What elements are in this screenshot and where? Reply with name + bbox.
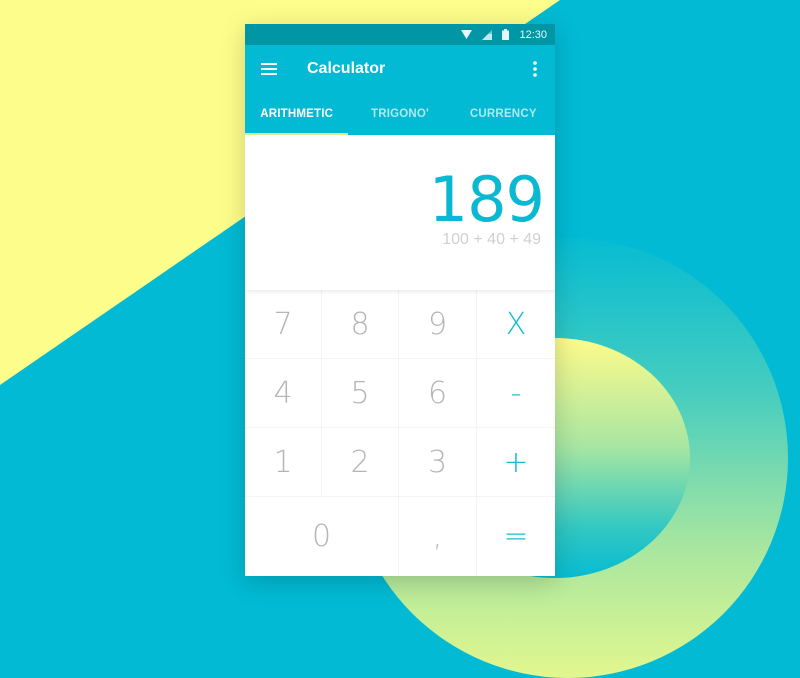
- app-title: Calculator: [307, 60, 386, 77]
- key-multiply[interactable]: X: [477, 290, 555, 359]
- key-8[interactable]: 8: [322, 290, 399, 359]
- app-bar: Calculator: [245, 45, 555, 93]
- tab-arithmetic[interactable]: ARITHMETIC: [245, 93, 348, 135]
- key-2[interactable]: 2: [322, 428, 399, 497]
- more-vert-icon: [533, 61, 537, 77]
- key-7[interactable]: 7: [245, 290, 322, 359]
- key-0[interactable]: 0: [245, 497, 399, 576]
- key-1[interactable]: 1: [245, 428, 322, 497]
- status-bar: 12:30: [245, 24, 555, 45]
- battery-icon: [502, 29, 510, 40]
- key-decimal[interactable]: ,: [399, 497, 477, 576]
- expression-text: 100 + 40 + 49: [442, 231, 541, 248]
- key-3[interactable]: 3: [399, 428, 477, 497]
- status-time: 12:30: [519, 28, 547, 41]
- calculator-display: 189 100 + 40 + 49: [245, 135, 555, 290]
- key-5[interactable]: 5: [322, 359, 399, 428]
- tab-bar: ARITHMETIC TRIGONO' CURRENCY: [245, 93, 555, 135]
- wifi-icon: [461, 30, 473, 39]
- key-add[interactable]: +: [477, 428, 555, 497]
- key-6[interactable]: 6: [399, 359, 477, 428]
- key-subtract[interactable]: -: [477, 359, 555, 428]
- key-9[interactable]: 9: [399, 290, 477, 359]
- key-4[interactable]: 4: [245, 359, 322, 428]
- hamburger-menu-icon: [261, 63, 277, 75]
- keypad: 7 8 9 X 4 5 6 - 1 2 3 + 0 , =: [245, 290, 555, 576]
- menu-button[interactable]: [245, 45, 293, 93]
- tab-trigonometry[interactable]: TRIGONO': [348, 93, 451, 135]
- phone-screen: 12:30 Calculator ARITHMETIC TRIGONO' CUR…: [245, 24, 555, 576]
- result-value: 189: [428, 163, 545, 236]
- key-equals[interactable]: =: [477, 497, 555, 576]
- cell-signal-icon: [482, 29, 493, 40]
- tab-currency[interactable]: CURRENCY: [452, 93, 555, 135]
- more-options-button[interactable]: [523, 45, 547, 93]
